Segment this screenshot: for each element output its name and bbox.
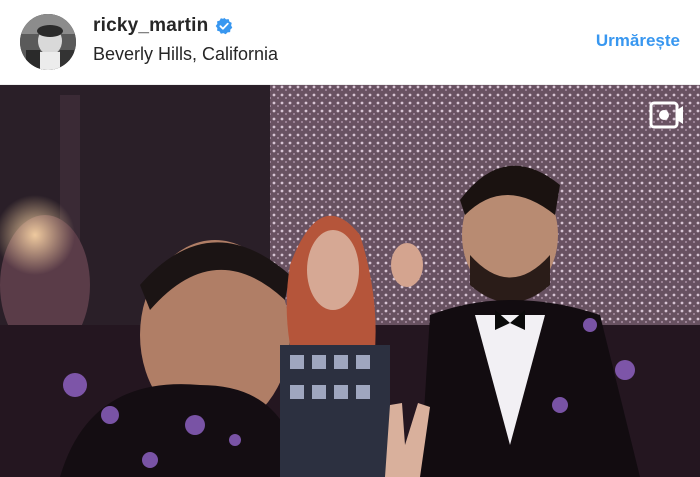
verified-badge-icon	[215, 17, 233, 35]
post-photo	[0, 85, 700, 477]
follow-button[interactable]: Urmărește	[596, 31, 680, 51]
avatar-image	[20, 14, 76, 70]
video-camera-icon	[649, 99, 685, 131]
profile-avatar[interactable]	[20, 14, 76, 70]
instagram-post: ricky_martin Beverly Hills, California U…	[0, 0, 700, 477]
post-media[interactable]	[0, 85, 700, 477]
location-link[interactable]: Beverly Hills, California	[93, 44, 278, 65]
username[interactable]: ricky_martin	[93, 15, 208, 37]
post-header: ricky_martin Beverly Hills, California U…	[0, 0, 700, 85]
username-row: ricky_martin	[93, 13, 233, 39]
